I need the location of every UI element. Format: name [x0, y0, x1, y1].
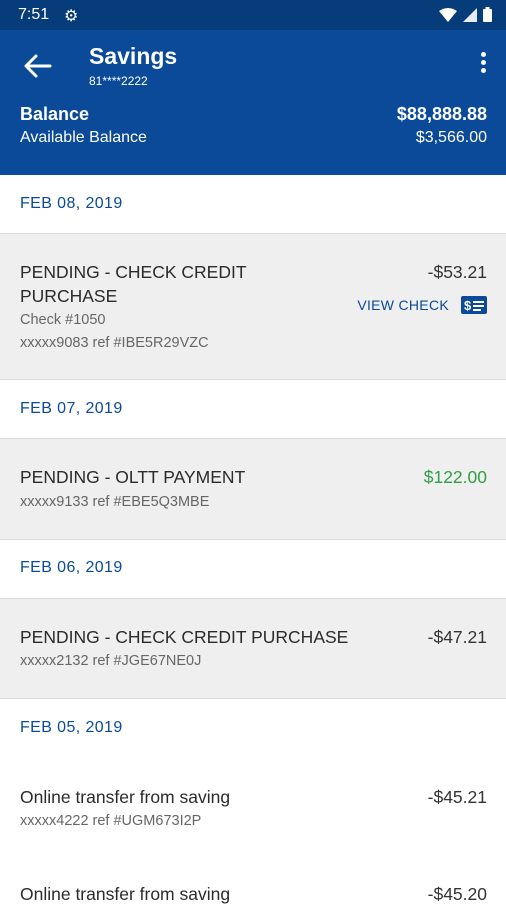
transaction-amount: -$47.21 — [427, 627, 487, 647]
date-label: FEB 08, 2019 — [20, 195, 123, 212]
transaction-row[interactable]: PENDING - OLTT PAYMENT xxxxx9133 ref #EB… — [0, 438, 506, 540]
svg-text:$: $ — [464, 298, 472, 313]
transaction-ref: xxxxx9133 ref #EBE5Q3MBE — [20, 494, 210, 510]
date-label: FEB 06, 2019 — [20, 559, 123, 576]
view-check-label: VIEW CHECK — [357, 297, 449, 313]
date-header: FEB 06, 2019 — [0, 540, 506, 598]
transaction-description-line: PENDING - CHECK CREDIT — [20, 262, 247, 282]
arrow-left-icon[interactable] — [22, 52, 52, 80]
system-icons — [439, 7, 492, 22]
transaction-row[interactable]: PENDING - CHECK CREDIT PURCHASE xxxxx213… — [0, 598, 506, 699]
transaction-description-line: PURCHASE — [20, 286, 118, 306]
account-number: 81****2222 — [89, 74, 148, 88]
page-title: Savings — [89, 43, 178, 69]
account-header: Savings 81****2222 Balance $88,888.88 Av… — [0, 30, 506, 175]
transaction-row[interactable]: PENDING - CHECK CREDIT PURCHASE Check #1… — [0, 233, 506, 380]
check-card-icon: $ — [461, 296, 487, 314]
transaction-check-number: Check #1050 — [20, 312, 106, 328]
status-time: 7:51 — [18, 6, 50, 23]
available-balance-label: Available Balance — [20, 129, 147, 146]
more-vertical-icon[interactable] — [478, 52, 488, 78]
transaction-row[interactable]: Online transfer from saving xxxxx4222 re… — [0, 757, 506, 855]
battery-icon — [483, 7, 492, 22]
transaction-amount: -$45.20 — [427, 884, 487, 904]
transaction-amount: -$45.21 — [427, 787, 487, 807]
wifi-icon — [439, 7, 457, 22]
balance-label: Balance — [20, 104, 90, 124]
transaction-description: PENDING - CHECK CREDIT PURCHASE — [20, 627, 349, 647]
view-check-button[interactable]: VIEW CHECK $ — [357, 296, 487, 314]
transaction-ref: xxxxx2132 ref #JGE67NE0J — [20, 653, 202, 669]
signal-icon — [463, 7, 477, 22]
status-bar: 7:51 ⚙ — [0, 0, 506, 30]
date-header: FEB 07, 2019 — [0, 380, 506, 438]
transaction-description: Online transfer from saving — [20, 787, 231, 807]
transaction-row[interactable]: Online transfer from saving -$45.20 — [0, 855, 506, 904]
transaction-description: PENDING - CHECK CREDIT PURCHASE — [20, 260, 247, 308]
gear-icon: ⚙ — [64, 8, 79, 25]
balance-value: $88,888.88 — [396, 104, 487, 124]
date-header: FEB 08, 2019 — [0, 175, 506, 233]
transaction-amount: -$53.21 — [427, 262, 487, 282]
transaction-description: Online transfer from saving — [20, 884, 231, 904]
date-header: FEB 05, 2019 — [0, 699, 506, 757]
available-balance-value: $3,566.00 — [415, 129, 487, 146]
transaction-amount: $122.00 — [423, 467, 487, 487]
date-label: FEB 05, 2019 — [20, 719, 123, 736]
date-label: FEB 07, 2019 — [20, 400, 123, 417]
transaction-ref: xxxxx4222 ref #UGM673I2P — [20, 813, 202, 829]
transaction-description: PENDING - OLTT PAYMENT — [20, 467, 246, 487]
transaction-ref: xxxxx9083 ref #IBE5R29VZC — [20, 335, 209, 351]
